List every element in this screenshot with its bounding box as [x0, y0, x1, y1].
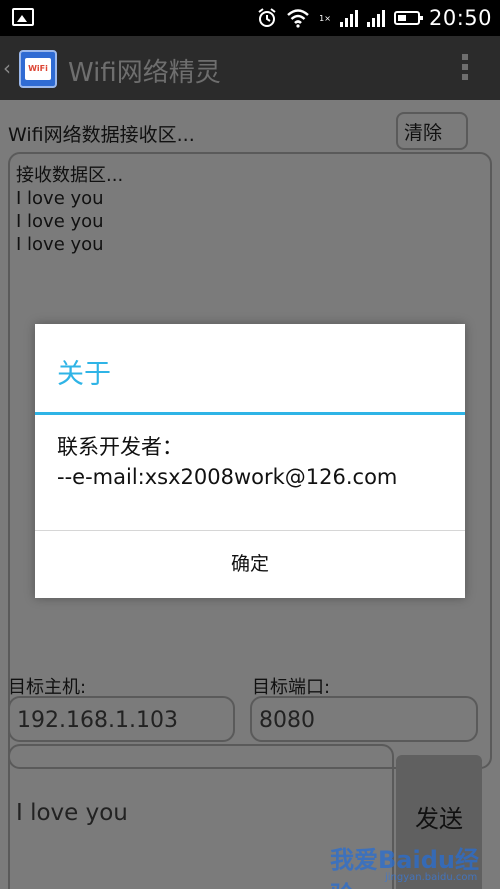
- wifi-icon: [287, 9, 310, 28]
- battery-icon: [393, 11, 423, 25]
- about-dialog: 关于 联系开发者： --e-mail:xsx2008work@126.com 确…: [35, 324, 465, 598]
- dialog-title-divider: [35, 412, 465, 415]
- status-icons: 1× 20:50: [257, 5, 492, 31]
- ok-button[interactable]: 确定: [35, 531, 465, 598]
- network-type-label: 1×: [319, 13, 331, 23]
- port-input[interactable]: 8080: [250, 696, 478, 742]
- received-line: I love you: [16, 234, 104, 255]
- overflow-menu-icon[interactable]: [462, 54, 468, 84]
- signal-icon-1: [339, 9, 358, 27]
- back-chevron-icon[interactable]: ‹: [3, 56, 11, 80]
- clock: 20:50: [428, 6, 492, 30]
- clear-button[interactable]: 清除: [396, 112, 468, 150]
- app-title: Wifi网络精灵: [68, 58, 221, 88]
- dialog-message: 联系开发者： --e-mail:xsx2008work@126.com: [57, 432, 457, 492]
- status-bar: 1× 20:50: [0, 0, 500, 36]
- app-icon-label: WiFi: [25, 58, 51, 80]
- dialog-message-line-2: --e-mail:xsx2008work@126.com: [57, 465, 398, 489]
- image-notification-icon: [12, 8, 34, 26]
- receive-header-line: 接收数据区...: [16, 165, 124, 186]
- app-icon[interactable]: WiFi: [19, 50, 57, 88]
- dialog-title: 关于: [57, 359, 111, 390]
- receive-area-label: Wifi网络数据接收区...: [8, 124, 195, 146]
- alarm-icon: [258, 8, 276, 27]
- received-line: I love you: [16, 211, 104, 232]
- dialog-message-line-1: 联系开发者：: [57, 435, 183, 459]
- watermark-url: jingyan.baidu.com: [385, 872, 478, 883]
- host-input[interactable]: 192.168.1.103: [8, 696, 235, 742]
- action-bar: ‹ WiFi Wifi网络精灵: [0, 36, 500, 100]
- received-line: I love you: [16, 188, 104, 209]
- signal-icon-2: [366, 9, 385, 27]
